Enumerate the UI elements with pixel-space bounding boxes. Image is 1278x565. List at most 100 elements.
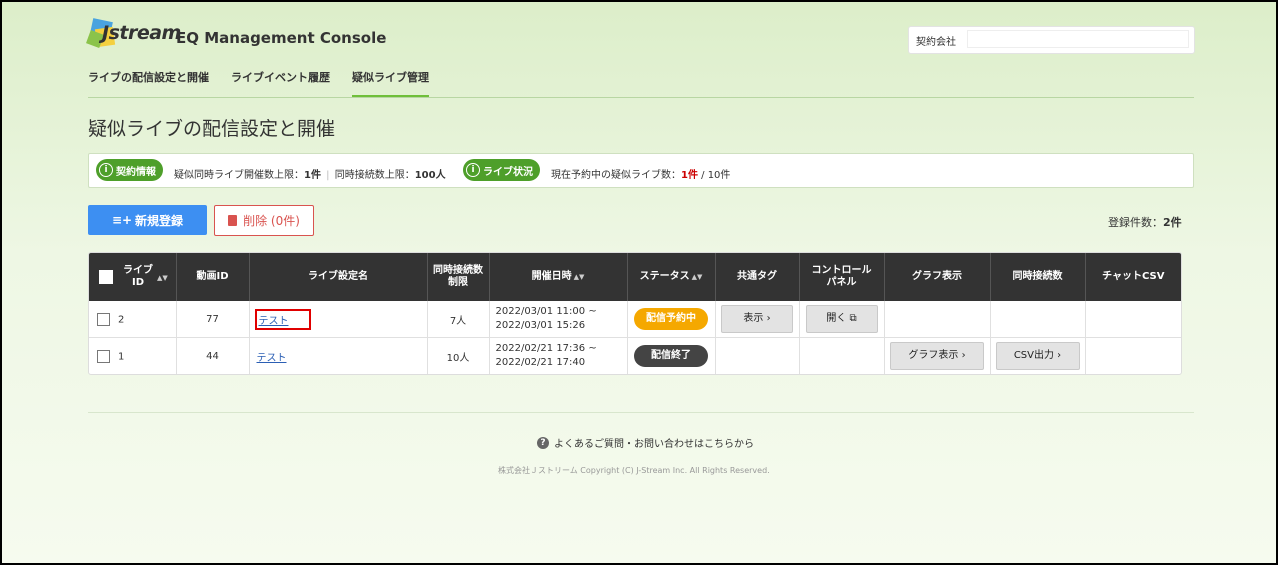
faq-label: よくあるご質問・お問い合わせはこちらから: [554, 439, 754, 450]
live-status-pill: i ライブ状況: [463, 159, 540, 181]
company-input[interactable]: [967, 30, 1189, 48]
header-status[interactable]: ステータス ▲▼: [627, 253, 716, 301]
status-pill-label: ライブ状況: [483, 166, 533, 178]
app-title: EQ Management Console: [176, 29, 387, 47]
cell-concurrent: CSV出力 ›: [990, 337, 1086, 374]
end-datetime: 2022/03/01 15:26: [495, 320, 586, 331]
logo-text: Jstream: [102, 22, 181, 44]
cell-datetime: 2022/03/01 11:00 ~ 2022/03/01 15:26: [489, 301, 628, 338]
company-selector: 契約会社: [908, 26, 1195, 54]
contract-info-text: 疑似同時ライブ開催数上限：1件 | 同時接続数上限：100人: [174, 166, 446, 181]
delete-button[interactable]: 削除 (0件): [214, 205, 314, 236]
add-list-icon: ≡+: [111, 213, 133, 227]
cell-live-id: 1: [89, 337, 177, 374]
sort-icon: ▲▼: [691, 273, 703, 281]
cell-tag: 表示 ›: [715, 301, 800, 338]
cell-video-id: 77: [176, 301, 250, 338]
sort-icon: ▲▼: [157, 274, 168, 282]
main-nav: ライブの配信設定と開催 ライブイベント履歴 疑似ライブ管理: [88, 66, 451, 97]
status-value: 1件: [681, 170, 698, 181]
trash-icon: [228, 215, 238, 226]
header-control-label: コントロールパネル: [811, 265, 872, 288]
info-separator: |: [326, 170, 330, 181]
contract-value-1: 1件: [304, 170, 321, 181]
info-icon: i: [466, 163, 480, 177]
header-datetime-label: 開催日時: [531, 271, 572, 282]
question-icon: ?: [537, 436, 549, 449]
cell-limit: 10人: [427, 337, 490, 374]
nav-pseudo-live[interactable]: 疑似ライブ管理: [352, 66, 429, 97]
sort-icon: ▲▼: [573, 273, 585, 281]
show-tag-button[interactable]: 表示 ›: [721, 305, 793, 333]
live-name-link[interactable]: テスト: [259, 316, 289, 327]
status-total: / 10件: [697, 170, 731, 181]
table-row: 2 77 テスト 7人 2022/03/01 11:00 ~2022/03/01…: [89, 301, 1181, 338]
live-id: 1: [118, 351, 125, 362]
faq-link[interactable]: ? よくあるご質問・お問い合わせはこちらから: [537, 435, 754, 450]
live-name-link[interactable]: テスト: [257, 353, 287, 364]
contract-value-2: 100人: [414, 170, 446, 181]
contract-info-pill: i 契約情報: [96, 159, 163, 181]
row-checkbox[interactable]: [97, 312, 110, 326]
jstream-logo: Jstream: [86, 18, 181, 50]
cell-name: テスト: [249, 301, 428, 338]
cell-concurrent: [990, 301, 1086, 338]
table-row: 1 44 テスト 10人 2022/02/21 17:36 ~2022/02/2…: [89, 337, 1181, 375]
start-datetime: 2022/03/01 11:00 ~: [495, 306, 597, 317]
cell-chat: [1085, 338, 1181, 375]
page-title: 疑似ライブの配信設定と開催: [88, 118, 336, 140]
header-tag: 共通タグ: [715, 253, 800, 301]
cell-tag: [715, 337, 800, 374]
live-id: 2: [118, 314, 125, 325]
copyright: 株式会社Ｊストリーム Copyright (C) J-Stream Inc. A…: [498, 466, 770, 475]
start-datetime: 2022/02/21 17:36 ~: [495, 343, 597, 354]
pseudo-live-table: ライブID ▲▼ 動画ID ライブ設定名 同時接続数制限 開催日時 ▲▼ ステータス…: [88, 252, 1182, 375]
header-live-id-label: ライブID: [123, 265, 153, 288]
open-control-panel-button[interactable]: 開く ⧉: [805, 305, 878, 333]
cell-status: 配信予約中: [627, 301, 716, 338]
highlight-box: テスト: [254, 308, 311, 330]
cell-video-id: 44: [176, 337, 250, 374]
cell-name: テスト: [249, 337, 428, 374]
open-label: 開く: [826, 313, 847, 324]
nav-divider: [88, 97, 1194, 98]
header-datetime[interactable]: 開催日時 ▲▼: [489, 253, 628, 301]
cell-datetime: 2022/02/21 17:36 ~ 2022/02/21 17:40: [489, 337, 628, 374]
info-bar: i 契約情報 疑似同時ライブ開催数上限：1件 | 同時接続数上限：100人 i …: [88, 153, 1194, 188]
header-concurrent: 同時接続数: [990, 253, 1086, 301]
external-link-icon: ⧉: [849, 313, 857, 324]
header-live-id[interactable]: ライブID ▲▼: [89, 253, 177, 301]
status-badge: 配信予約中: [634, 308, 708, 330]
new-registration-button[interactable]: ≡+ 新規登録: [88, 205, 207, 235]
contract-pill-label: 契約情報: [116, 166, 156, 178]
graph-label: グラフ表示: [908, 350, 959, 361]
cell-limit: 7人: [427, 301, 490, 338]
delete-button-label: 削除 (0件): [243, 214, 300, 228]
status-badge: 配信終了: [634, 345, 708, 367]
status-label: 現在予約中の疑似ライブ数：: [551, 170, 681, 181]
chevron-right-icon: ›: [766, 313, 771, 324]
cell-graph: グラフ表示 ›: [884, 337, 991, 374]
registered-count: 登録件数：2件: [1108, 214, 1182, 230]
company-label: 契約会社: [916, 37, 956, 48]
nav-live-settings[interactable]: ライブの配信設定と開催: [88, 66, 209, 97]
header-graph: グラフ表示: [884, 253, 991, 301]
show-tag-label: 表示: [743, 313, 764, 324]
select-all-checkbox[interactable]: [99, 270, 113, 284]
footer-divider: [88, 412, 1194, 413]
chevron-right-icon: ›: [1057, 350, 1062, 361]
nav-live-event-history[interactable]: ライブイベント履歴: [231, 66, 330, 97]
row-checkbox[interactable]: [97, 349, 110, 363]
header-control: コントロールパネル: [799, 253, 885, 301]
cell-graph: [884, 301, 991, 338]
info-icon: i: [99, 163, 113, 177]
chevron-right-icon: ›: [961, 350, 966, 361]
show-graph-button[interactable]: グラフ表示 ›: [890, 342, 984, 370]
table-header-row: ライブID ▲▼ 動画ID ライブ設定名 同時接続数制限 開催日時 ▲▼ ステータス…: [89, 253, 1181, 301]
cell-control: 開く ⧉: [799, 301, 885, 338]
cell-status: 配信終了: [627, 337, 716, 374]
header-video-id: 動画ID: [176, 253, 250, 301]
new-button-label: 新規登録: [135, 213, 184, 228]
csv-export-button[interactable]: CSV出力 ›: [995, 342, 1080, 370]
header-limit: 同時接続数制限: [427, 253, 490, 301]
